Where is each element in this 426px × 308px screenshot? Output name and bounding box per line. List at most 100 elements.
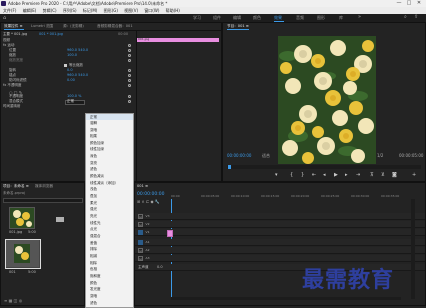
toggle-sync-lock-a3[interactable]: ⊡ — [138, 256, 143, 261]
project-item-thumbnail[interactable] — [9, 207, 35, 229]
program-timecode[interactable]: 00:00:00:00 — [227, 153, 251, 158]
toggle-sync-lock-v3[interactable]: ⊡ — [138, 214, 143, 219]
menu-sequence[interactable]: 序列(S) — [63, 8, 77, 13]
source-line[interactable]: 主要 * 001.jpg — [3, 32, 27, 37]
quick-export-icon[interactable]: ⇪ — [414, 14, 418, 20]
menu-marker[interactable]: 标记(M) — [83, 8, 98, 13]
home-icon[interactable]: ⌂ — [3, 15, 6, 21]
add-marker-icon[interactable]: ▾ — [275, 172, 278, 178]
keyframe-anchor-icon[interactable] — [128, 74, 131, 77]
fit-select[interactable]: 适合 — [262, 153, 270, 159]
uniform-scale-checkbox[interactable] — [64, 64, 67, 67]
tab-source[interactable]: 源：(无剪辑) — [63, 24, 84, 29]
lift-icon[interactable]: ⊼ — [370, 172, 374, 178]
more-workspaces-icon[interactable]: » — [358, 14, 361, 20]
keyframe-rotation-icon[interactable] — [128, 69, 131, 72]
timeline-zoom-bar[interactable] — [171, 297, 401, 300]
reset-opacity-icon[interactable] — [128, 84, 131, 87]
master-track-value[interactable]: 0.0 — [157, 265, 163, 269]
keyframe-blend-icon[interactable] — [128, 100, 131, 103]
blend-subtract[interactable]: 相减 — [90, 253, 97, 259]
workspace-libraries[interactable]: 库 — [339, 15, 343, 21]
blend-darken-2[interactable]: 变暗 — [90, 293, 97, 299]
blend-hard-mix[interactable]: 强混合 — [90, 233, 101, 239]
row-time-remap[interactable]: 时间重映射 — [3, 104, 21, 109]
workspace-color[interactable]: 颜色 — [253, 15, 261, 21]
blend-saturation[interactable]: 饱和度 — [90, 273, 101, 279]
reset-motion-icon[interactable] — [128, 44, 131, 47]
clip-path[interactable]: 001 * 001.jpg — [39, 32, 63, 37]
track-v1[interactable] — [135, 229, 425, 236]
extract-icon[interactable]: ⊻ — [381, 172, 385, 178]
track-a2[interactable] — [135, 247, 425, 254]
blend-dissolve[interactable]: 溶解 — [90, 120, 97, 126]
bin-folder-icon[interactable] — [56, 217, 64, 222]
tab-sequence-001[interactable]: 001 ≡ — [137, 184, 148, 189]
blend-screen[interactable]: 滤色 — [90, 166, 97, 172]
blend-pin-light[interactable]: 点光 — [90, 226, 97, 232]
minimize-button[interactable]: — — [394, 0, 404, 7]
blend-mode-value[interactable]: 正常 — [67, 99, 74, 104]
timeline-clip-001[interactable] — [167, 230, 173, 237]
keyframe-scale-width-icon[interactable] — [128, 59, 131, 62]
workspace-audio[interactable]: 音频 — [296, 15, 304, 21]
blend-overlay[interactable]: 叠加 — [90, 193, 97, 199]
blend-lighter-color[interactable]: 浅色 — [90, 186, 97, 192]
sequence-thumbnail[interactable] — [5, 239, 41, 269]
menu-edit[interactable]: 编辑(E) — [23, 8, 37, 13]
go-to-in-icon[interactable]: ⇤ — [312, 172, 316, 178]
blend-hue[interactable]: 色相 — [90, 266, 97, 272]
menu-file[interactable]: 文件(F) — [3, 8, 16, 13]
maximize-button[interactable]: □ — [404, 0, 414, 7]
program-scrub-bar[interactable] — [227, 165, 421, 169]
menu-view[interactable]: 视图(V) — [124, 8, 138, 13]
menu-graphics[interactable]: 图形(G) — [104, 8, 118, 13]
tab-media-browser[interactable]: 媒体浏览器 — [35, 184, 53, 189]
row-opacity-group[interactable]: fx 不透明度 — [3, 83, 21, 88]
blend-linear-burn[interactable]: 线性加深 — [90, 146, 104, 152]
timeline-tools-icon[interactable]: ⊞ ∩ ⊏ ◆ 🔧 — [137, 199, 160, 204]
menu-window[interactable]: 窗口(W) — [144, 8, 159, 13]
keyframe-antiflicker-icon[interactable] — [128, 79, 131, 82]
track-a3[interactable] — [135, 255, 425, 262]
keyframe-opacity-icon[interactable] — [128, 95, 131, 98]
blend-luminosity[interactable]: 发光度 — [90, 286, 101, 292]
list-view-icon[interactable]: ≡ ▦ ◫ ◎ — [4, 298, 22, 303]
workspace-learn[interactable]: 学习 — [193, 15, 201, 21]
blend-screen-2[interactable]: 滤色 — [90, 300, 97, 306]
step-forward-icon[interactable]: ▸ — [345, 172, 348, 178]
resolution-select[interactable]: 1/2 — [377, 153, 383, 158]
menu-clip[interactable]: 剪辑(C) — [43, 8, 57, 13]
track-v3[interactable] — [135, 213, 425, 220]
timeline-scrollbar[interactable] — [411, 199, 415, 299]
row-antiflicker-value[interactable]: 0.00 — [67, 78, 75, 83]
project-search-input[interactable] — [3, 198, 83, 203]
toggle-source-v1[interactable] — [138, 230, 143, 235]
blend-exclusion[interactable]: 排除 — [90, 246, 97, 252]
row-scale-value[interactable]: 100.0 — [67, 53, 77, 58]
workspace-assembly[interactable]: 组件 — [213, 15, 221, 21]
playhead-marker[interactable] — [228, 165, 231, 169]
blend-hard-light[interactable]: 强光 — [90, 206, 97, 212]
keyframe-position-icon[interactable] — [128, 49, 131, 52]
blend-darker-color[interactable]: 深色 — [90, 153, 97, 159]
mark-in-icon[interactable]: { — [290, 172, 293, 178]
toggle-sync-lock-a2[interactable]: ⊡ — [138, 248, 143, 253]
track-v2[interactable] — [135, 221, 425, 228]
blend-vivid-light[interactable]: 亮光 — [90, 213, 97, 219]
search-icon[interactable]: ⌕ — [404, 14, 407, 20]
timeline-timecode[interactable]: 00:00:00:00 — [137, 192, 164, 197]
add-button-icon[interactable]: + — [412, 172, 416, 178]
program-preview-image[interactable] — [278, 36, 376, 164]
toggle-sync-lock-v2[interactable]: ⊡ — [138, 222, 143, 227]
workspace-editing[interactable]: 编辑 — [233, 15, 241, 21]
blend-multiply[interactable]: 相乘 — [90, 133, 97, 139]
workspace-graphics[interactable]: 图形 — [317, 15, 325, 21]
menu-help[interactable]: 帮助(H) — [166, 8, 180, 13]
tab-audio-clip-mixer[interactable]: 音频剪辑混合器：001 — [97, 24, 133, 29]
play-icon[interactable]: ▶ — [334, 172, 338, 178]
tab-lumetri-scopes[interactable]: Lumetri 范围 — [31, 24, 53, 29]
step-back-icon[interactable]: ◂ — [323, 172, 326, 178]
blend-color-dodge[interactable]: 颜色减淡 — [90, 173, 104, 179]
tab-project[interactable]: 项目：未命名 ≡ — [3, 184, 29, 189]
